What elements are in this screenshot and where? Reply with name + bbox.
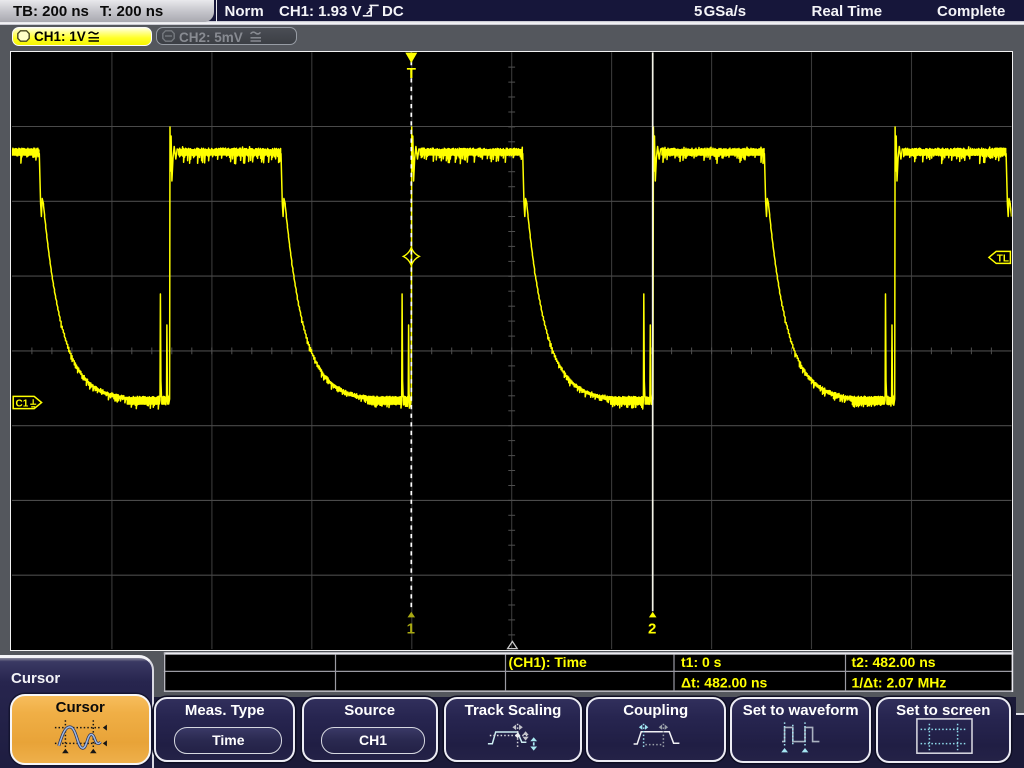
svg-text:C1: C1 [16,398,29,409]
svg-text:1/Δt: 2.07 MHz: 1/Δt: 2.07 MHz [852,675,947,691]
svg-text:TL: TL [997,253,1009,264]
svg-text:1: 1 [407,621,415,638]
svg-text:t2: 482.00 ns: t2: 482.00 ns [852,654,936,670]
svg-text:T: T [407,65,416,82]
svg-text:t1: 0 s: t1: 0 s [681,654,722,670]
svg-text:2: 2 [648,621,656,638]
svg-text:(CH1): Time: (CH1): Time [509,654,588,670]
svg-text:Δt: 482.00 ns: Δt: 482.00 ns [681,675,768,691]
